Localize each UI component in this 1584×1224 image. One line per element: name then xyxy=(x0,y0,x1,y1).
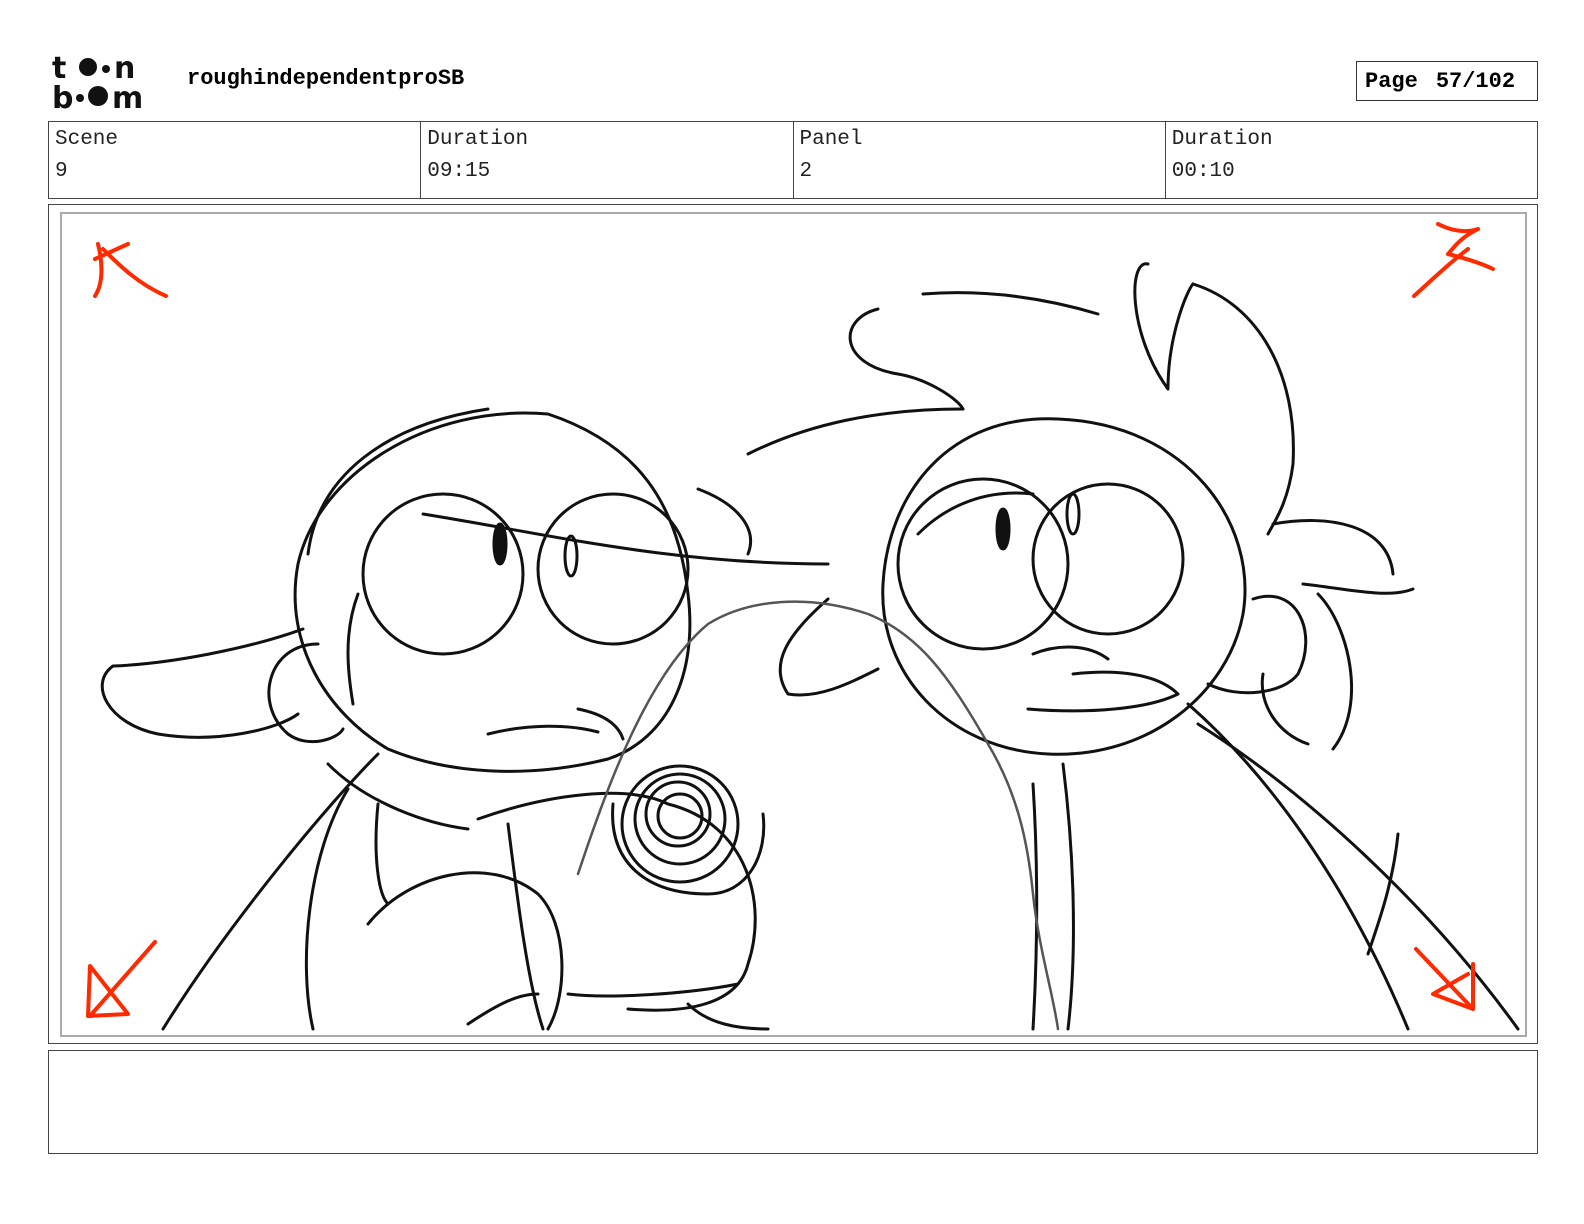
panel-cell: Panel 2 xyxy=(792,122,1165,198)
toonboom-logo: t n b m xyxy=(52,51,143,112)
scene-value: 9 xyxy=(55,160,68,183)
corner-mark-top-left xyxy=(93,242,168,298)
project-title: roughindependentproSB xyxy=(187,66,465,91)
scene-duration-value: 09:15 xyxy=(427,160,491,183)
page-label: Page xyxy=(1365,68,1418,94)
page-indicator: Page 57/102 xyxy=(1356,61,1538,101)
panel-sketch xyxy=(86,222,1520,1031)
panel-duration-label: Duration xyxy=(1171,128,1273,151)
scene-info-table: Scene 9 Duration 09:15 Panel 2 Duration … xyxy=(48,121,1538,199)
scene-duration-label: Duration xyxy=(427,128,529,151)
scene-duration-cell: Duration 09:15 xyxy=(420,122,792,198)
page-number: 57/102 xyxy=(1435,68,1516,94)
corner-mark-bottom-left xyxy=(86,940,157,1018)
panel-duration-cell: Duration 00:10 xyxy=(1164,122,1537,198)
scene-cell: Scene 9 xyxy=(49,122,420,198)
svg-text:b: b xyxy=(52,81,73,112)
svg-text:m: m xyxy=(112,81,143,112)
panel-notes-box xyxy=(48,1050,1538,1154)
corner-mark-top-right xyxy=(1412,222,1495,298)
scene-label: Scene xyxy=(55,128,119,151)
panel-duration-value: 00:10 xyxy=(1171,160,1235,183)
panel-value: 2 xyxy=(799,160,813,183)
panel-label: Panel xyxy=(799,128,863,151)
